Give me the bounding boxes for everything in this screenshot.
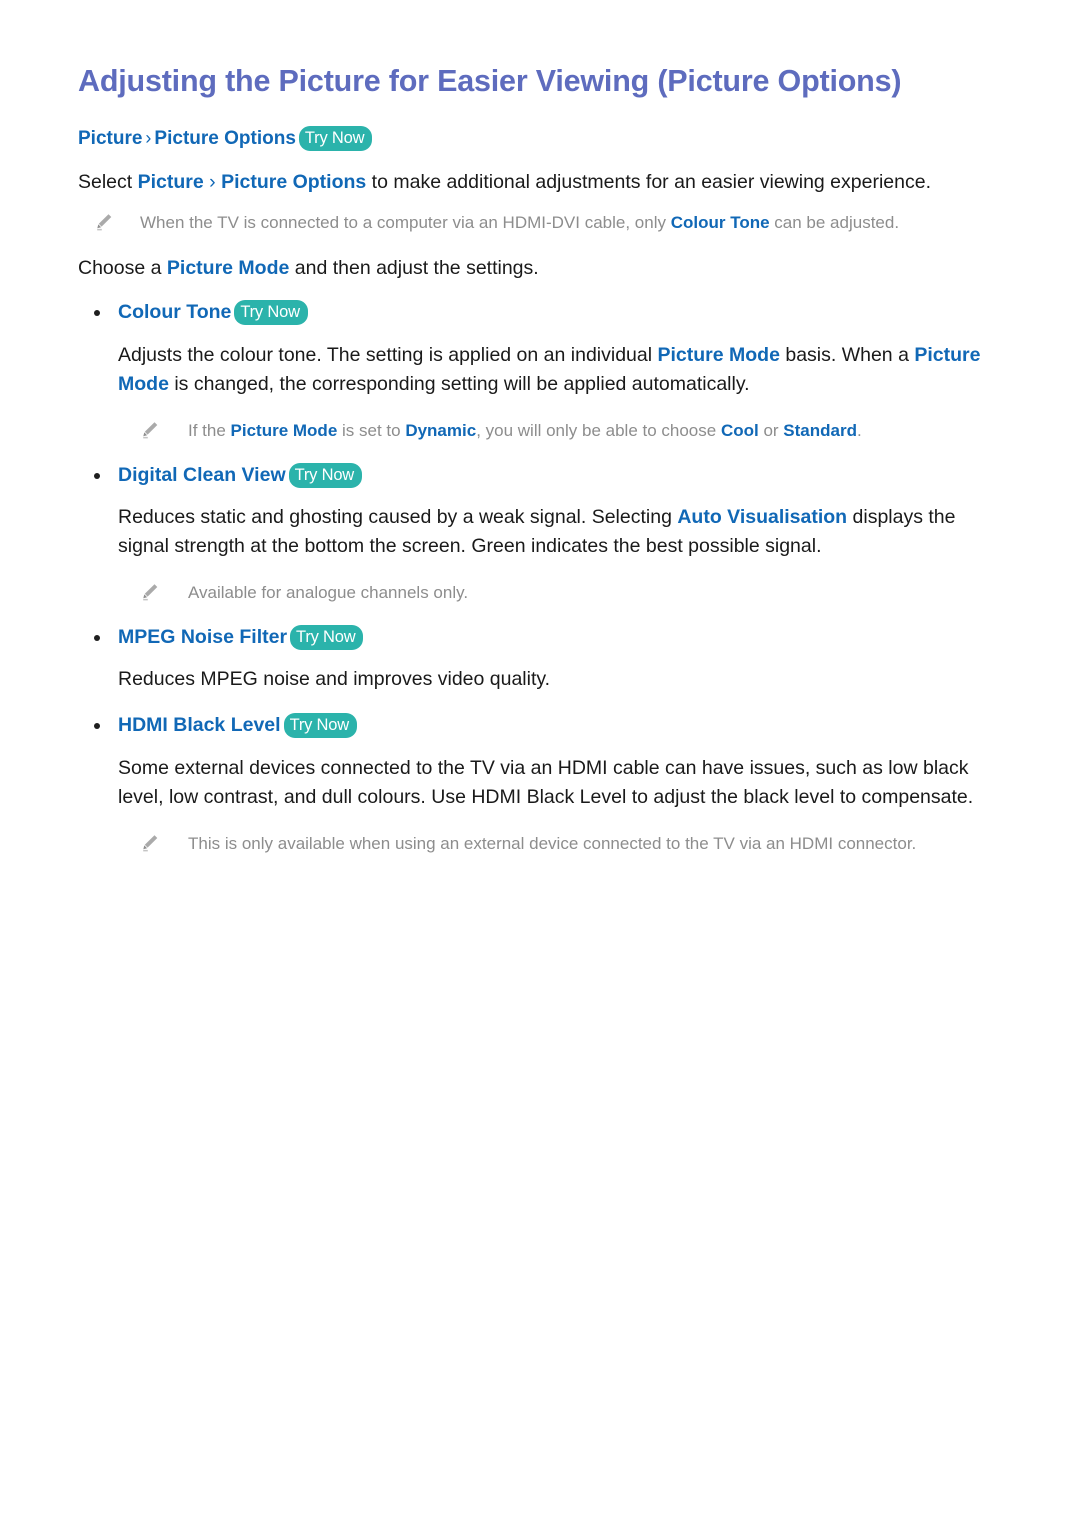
try-now-badge-colour-tone[interactable]: Try Now — [234, 300, 308, 326]
breadcrumb-item-picture-options[interactable]: Picture Options — [154, 128, 295, 149]
bullet-dot-icon — [94, 723, 100, 730]
note-colour-tone-dynamic: If the Picture Mode is set to Dynamic, y… — [78, 418, 985, 444]
bullet-item-digital-clean-view[interactable]: Digital Clean View Try Now — [78, 462, 985, 489]
bullet-dot-icon — [94, 472, 100, 479]
note-analogue-text: Available for analogue channels only. — [188, 583, 469, 603]
try-now-badge-hdmi-black-level[interactable]: Try Now — [283, 713, 357, 739]
bullet-dot-icon — [94, 310, 100, 317]
note-hdmi-connector-text: This is only available when using an ext… — [188, 834, 917, 854]
colour-tone-body-part1: Adjusts the colour tone. The setting is … — [118, 343, 658, 366]
breadcrumb: Picture › Picture Options Try Now — [78, 126, 985, 153]
colour-tone-body-part2: basis. When a — [779, 343, 915, 366]
choose-link-picture-mode[interactable]: Picture Mode — [167, 257, 289, 279]
bullet-item-mpeg-noise-filter[interactable]: MPEG Noise Filter Try Now — [78, 624, 985, 651]
dcv-link-auto-visualisation[interactable]: Auto Visualisation — [677, 506, 847, 528]
bullet-dot-icon — [94, 634, 100, 641]
manual-page: Adjusting the Picture for Easier Viewing… — [0, 0, 1080, 1527]
digital-clean-view-description: Reduces static and ghosting caused by a … — [78, 503, 985, 562]
breadcrumb-item-picture[interactable]: Picture — [78, 128, 142, 149]
note-dynamic-part5: . — [856, 421, 862, 441]
note-hdmi-dvi-part1: When the TV is connected to a computer v… — [140, 213, 671, 233]
pencil-icon — [143, 422, 158, 439]
intro-paragraph: Select Picture › Picture Options to make… — [78, 168, 985, 198]
note-hdmi-connector: This is only available when using an ext… — [78, 831, 985, 857]
note-dynamic-link-cool[interactable]: Cool — [721, 421, 759, 440]
note-hdmi-dvi-link-colour-tone[interactable]: Colour Tone — [671, 213, 770, 232]
note-dynamic-link-picture-mode[interactable]: Picture Mode — [231, 421, 338, 440]
intro-select-word: Select — [78, 170, 138, 193]
bullet-label-colour-tone[interactable]: Colour Tone — [118, 301, 231, 323]
bullet-label-digital-clean-view[interactable]: Digital Clean View — [118, 464, 286, 486]
note-dynamic-part4: or — [758, 421, 784, 441]
try-now-badge-mpeg-noise-filter[interactable]: Try Now — [290, 624, 364, 650]
pencil-icon — [143, 584, 158, 601]
bullet-label-hdmi-black-level[interactable]: HDMI Black Level — [118, 714, 281, 736]
note-dynamic-part2: is set to — [337, 421, 406, 441]
pencil-icon — [143, 835, 158, 852]
try-now-badge-breadcrumb[interactable]: Try Now — [298, 126, 373, 152]
intro-rest-text: to make additional adjustments for an ea… — [366, 170, 931, 193]
note-hdmi-dvi: When the TV is connected to a computer v… — [78, 210, 985, 236]
colour-tone-body-part3: is changed, the corresponding setting wi… — [168, 373, 750, 396]
mpeg-noise-filter-description: Reduces MPEG noise and improves video qu… — [118, 667, 551, 690]
intro-link-picture[interactable]: Picture — [138, 171, 204, 193]
note-dynamic-link-dynamic[interactable]: Dynamic — [405, 421, 476, 440]
intro-separator-icon: › — [203, 170, 222, 193]
bullet-item-hdmi-black-level[interactable]: HDMI Black Level Try Now — [78, 712, 985, 739]
breadcrumb-separator-icon: › — [145, 128, 152, 149]
note-dynamic-link-standard[interactable]: Standard — [783, 421, 857, 440]
bullet-item-colour-tone[interactable]: Colour Tone Try Now — [78, 299, 985, 326]
note-analogue-channels: Available for analogue channels only. — [78, 580, 985, 606]
note-dynamic-part1: If the — [188, 421, 231, 441]
page-title: Adjusting the Picture for Easier Viewing… — [78, 64, 902, 98]
choose-part1: Choose a — [78, 256, 167, 279]
choose-picture-mode-paragraph: Choose a Picture Mode and then adjust th… — [78, 254, 985, 284]
colour-tone-link-picture-mode-1[interactable]: Picture Mode — [658, 344, 780, 366]
hdmi-black-level-description: Some external devices connected to the T… — [118, 756, 974, 809]
try-now-badge-digital-clean-view[interactable]: Try Now — [288, 462, 363, 488]
colour-tone-description: Adjusts the colour tone. The setting is … — [78, 341, 985, 400]
note-dynamic-part3: , you will only be able to choose — [476, 421, 721, 441]
choose-part2: and then adjust the settings. — [289, 256, 539, 279]
dcv-body-part1: Reduces static and ghosting caused by a … — [118, 505, 678, 528]
pencil-icon — [97, 214, 112, 231]
intro-link-picture-options[interactable]: Picture Options — [221, 171, 366, 193]
note-hdmi-dvi-part2: can be adjusted. — [769, 213, 900, 233]
bullet-label-mpeg-noise-filter[interactable]: MPEG Noise Filter — [118, 626, 287, 648]
